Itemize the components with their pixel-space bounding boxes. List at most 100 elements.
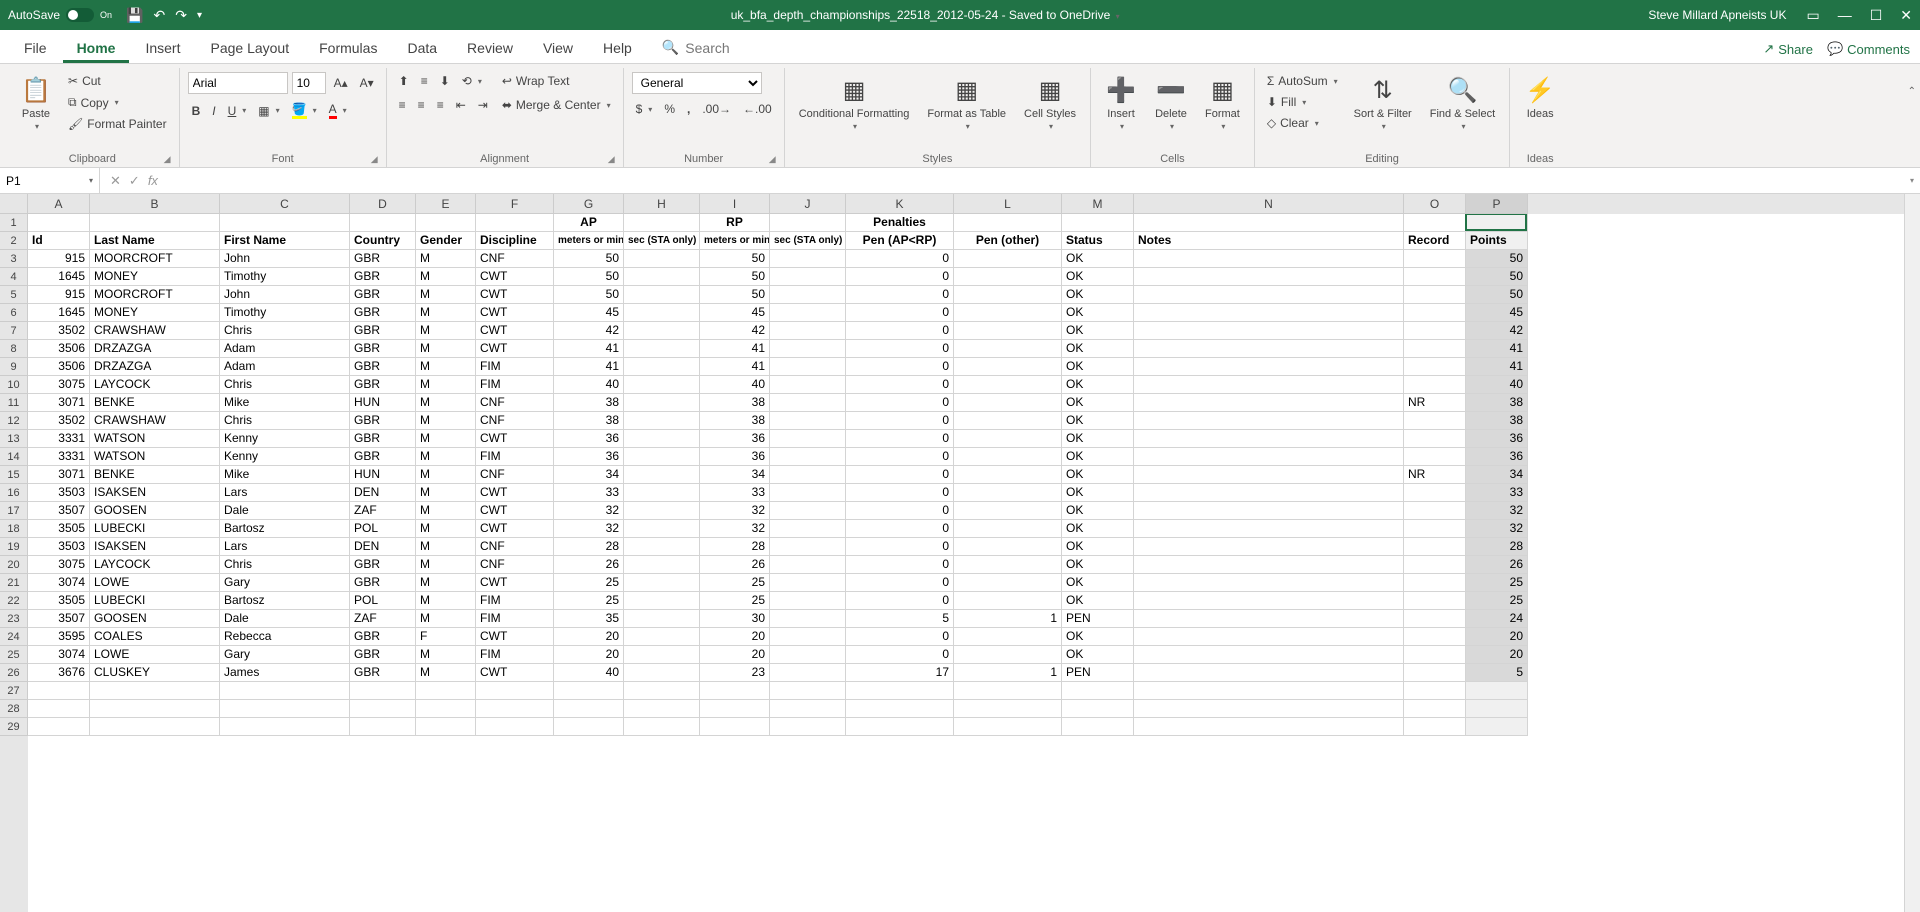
row-header[interactable]: 21 <box>0 574 28 592</box>
cell[interactable] <box>624 394 700 412</box>
cell[interactable] <box>1404 502 1466 520</box>
cell[interactable]: 50 <box>700 268 770 286</box>
cell[interactable]: 0 <box>846 538 954 556</box>
cell[interactable]: 41 <box>700 340 770 358</box>
cell[interactable]: sec (STA only) <box>624 232 700 250</box>
cell[interactable] <box>624 520 700 538</box>
cell[interactable]: MONEY <box>90 304 220 322</box>
cell[interactable] <box>954 646 1062 664</box>
cell[interactable] <box>1404 322 1466 340</box>
col-header-N[interactable]: N <box>1134 194 1404 214</box>
col-header-K[interactable]: K <box>846 194 954 214</box>
cell[interactable]: 0 <box>846 520 954 538</box>
cell[interactable] <box>1134 394 1404 412</box>
cell[interactable] <box>624 466 700 484</box>
cell[interactable] <box>770 304 846 322</box>
cell[interactable]: 3676 <box>28 664 90 682</box>
font-size-input[interactable] <box>292 72 326 94</box>
cell[interactable]: 0 <box>846 628 954 646</box>
cell[interactable]: 0 <box>846 556 954 574</box>
cell[interactable] <box>846 682 954 700</box>
col-header-B[interactable]: B <box>90 194 220 214</box>
cell[interactable] <box>954 268 1062 286</box>
cell[interactable]: Penalties <box>846 214 954 232</box>
cell[interactable]: 40 <box>1466 376 1528 394</box>
row-headers[interactable]: 1234567891011121314151617181920212223242… <box>0 214 28 912</box>
cell[interactable] <box>770 376 846 394</box>
cell[interactable]: Country <box>350 232 416 250</box>
cell[interactable]: 28 <box>554 538 624 556</box>
cell[interactable]: OK <box>1062 502 1134 520</box>
cell[interactable]: 3595 <box>28 628 90 646</box>
cell[interactable]: 38 <box>554 412 624 430</box>
cell[interactable]: M <box>416 592 476 610</box>
cell[interactable]: PEN <box>1062 610 1134 628</box>
cell[interactable]: OK <box>1062 592 1134 610</box>
cell[interactable] <box>1466 718 1528 736</box>
cell[interactable] <box>1404 340 1466 358</box>
cell[interactable] <box>624 682 700 700</box>
row-header[interactable]: 14 <box>0 448 28 466</box>
cell[interactable] <box>1404 520 1466 538</box>
cell[interactable] <box>624 412 700 430</box>
cell[interactable]: OK <box>1062 412 1134 430</box>
cell[interactable]: M <box>416 484 476 502</box>
dialog-launcher-icon[interactable]: ◢ <box>769 154 776 165</box>
cell[interactable]: FIM <box>476 610 554 628</box>
cell[interactable]: Gary <box>220 574 350 592</box>
cell[interactable]: 20 <box>554 628 624 646</box>
cell[interactable]: GBR <box>350 376 416 394</box>
align-middle-button[interactable]: ≡ <box>417 72 432 90</box>
cell[interactable]: 23 <box>700 664 770 682</box>
cell[interactable] <box>554 700 624 718</box>
cell[interactable]: 45 <box>554 304 624 322</box>
cell[interactable]: LAYCOCK <box>90 556 220 574</box>
cell[interactable]: 34 <box>700 466 770 484</box>
cancel-formula-icon[interactable]: ✕ <box>110 173 121 189</box>
column-headers[interactable]: ABCDEFGHIJKLMNOP <box>28 194 1904 214</box>
cell[interactable]: OK <box>1062 538 1134 556</box>
col-header-L[interactable]: L <box>954 194 1062 214</box>
cell[interactable]: 0 <box>846 286 954 304</box>
cell[interactable] <box>476 718 554 736</box>
cell[interactable]: M <box>416 376 476 394</box>
row-header[interactable]: 5 <box>0 286 28 304</box>
cell[interactable] <box>770 268 846 286</box>
cell[interactable]: OK <box>1062 628 1134 646</box>
cell[interactable]: 41 <box>1466 358 1528 376</box>
cell[interactable]: M <box>416 538 476 556</box>
cell[interactable]: FIM <box>476 358 554 376</box>
cell[interactable] <box>770 394 846 412</box>
cell[interactable]: 42 <box>1466 322 1528 340</box>
sort-filter-button[interactable]: ⇅Sort & Filter▾ <box>1348 72 1418 133</box>
cell[interactable] <box>770 556 846 574</box>
cell[interactable]: 0 <box>846 412 954 430</box>
cell[interactable] <box>1134 448 1404 466</box>
cell[interactable]: OK <box>1062 394 1134 412</box>
cell[interactable] <box>624 340 700 358</box>
cell[interactable]: M <box>416 574 476 592</box>
row-header[interactable]: 25 <box>0 646 28 664</box>
row-header[interactable]: 7 <box>0 322 28 340</box>
cell[interactable]: 50 <box>700 286 770 304</box>
redo-icon[interactable]: ↷ <box>175 7 187 24</box>
cell[interactable]: 25 <box>700 592 770 610</box>
cell[interactable]: LOWE <box>90 574 220 592</box>
cell[interactable]: CNF <box>476 556 554 574</box>
cell[interactable]: 36 <box>1466 430 1528 448</box>
wrap-text-button[interactable]: ↩Wrap Text <box>498 72 615 90</box>
cell[interactable]: 20 <box>1466 646 1528 664</box>
cell[interactable]: 20 <box>554 646 624 664</box>
cell[interactable] <box>1134 430 1404 448</box>
cell[interactable] <box>624 286 700 304</box>
cell[interactable]: 32 <box>1466 520 1528 538</box>
cell[interactable]: 41 <box>554 340 624 358</box>
cell[interactable]: Kenny <box>220 448 350 466</box>
cell[interactable]: 25 <box>1466 574 1528 592</box>
cell[interactable]: 25 <box>554 574 624 592</box>
cell[interactable] <box>846 718 954 736</box>
cell[interactable]: 50 <box>554 286 624 304</box>
cell[interactable]: CNF <box>476 412 554 430</box>
cell[interactable] <box>954 304 1062 322</box>
cell[interactable] <box>1134 214 1404 232</box>
